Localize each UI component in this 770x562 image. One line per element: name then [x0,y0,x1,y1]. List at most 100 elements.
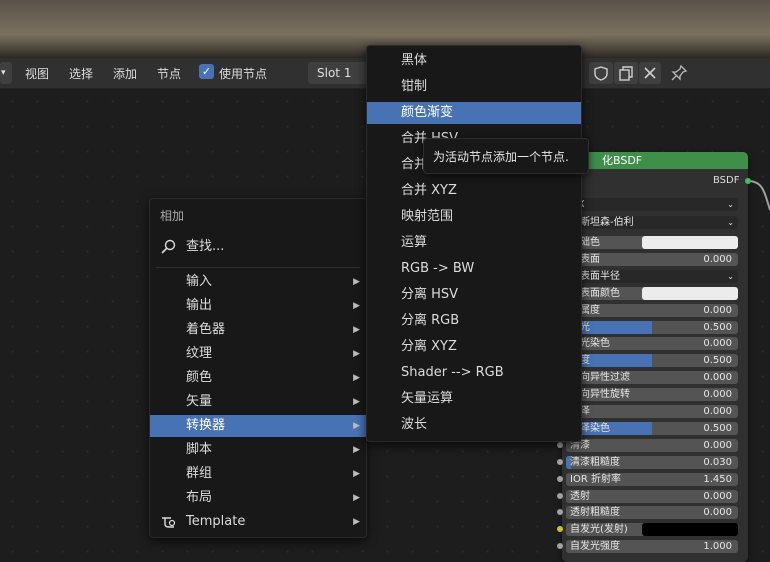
input-value: 0.030 [703,457,732,468]
node-input-row[interactable]: 金属度 0.000 [566,304,738,317]
distribution-dropdown[interactable]: GX ⌄ [566,198,738,211]
search-icon [161,239,176,254]
unlink-material-button[interactable] [639,62,661,84]
menu-item-label: 群组 [186,466,213,481]
input-label: 清漆粗糙度 [570,457,620,468]
add-menu-item[interactable]: 输入 ▶ [150,271,366,293]
node-input-row[interactable]: 自发光(发射) [566,523,738,536]
node-input-row[interactable]: 基础色 [566,236,738,249]
menu-view[interactable]: 视图 [25,65,49,82]
input-socket[interactable] [557,526,563,532]
node-input-row[interactable]: 糙度0.500 [566,354,738,367]
menu-item-label: 矢量 [186,394,213,409]
menu-item-label: 输出 [186,298,213,313]
node-input-row[interactable]: 光泽0.000 [566,405,738,418]
input-value: 0.500 [703,322,732,333]
input-label: 透射 [570,491,590,502]
converter-menu-item[interactable]: 合并 XYZ [367,180,581,202]
node-title: 化BSDF [602,154,643,167]
node-input-row[interactable]: IOR 折射率 1.450 [566,473,738,486]
editor-type-dropdown[interactable]: ▾ [0,62,12,84]
input-socket[interactable] [557,459,563,465]
converter-menu-item[interactable]: RGB -> BW [367,258,581,280]
menu-item-label: 矢量运算 [401,391,454,406]
converter-menu-item[interactable]: 分离 HSV [367,284,581,306]
node-input-row[interactable]: 清漆粗糙度 0.030 [566,456,738,469]
input-value: 0.000 [703,491,732,502]
input-socket[interactable] [557,476,563,482]
converter-menu-item[interactable]: 钳制 [367,76,581,98]
converter-menu-item[interactable]: 黑体 [367,50,581,72]
slot-dropdown[interactable]: Slot 1 [308,62,368,84]
node-input-row[interactable]: 各向异性过滤 0.000 [566,371,738,384]
menu-item-label: 分离 RGB [401,313,460,328]
submenu-arrow-icon: ▶ [353,469,360,479]
tooltip-text: 为活动节点添加一个节点. [433,150,569,164]
menu-item-label: 合并 XYZ [401,183,457,198]
bsdf-output-socket[interactable] [745,178,751,184]
fake-user-button[interactable] [589,62,613,84]
template-icon [162,517,176,528]
menu-item-label: 黑体 [401,53,428,68]
color-swatch[interactable] [642,236,738,249]
color-swatch[interactable] [642,287,738,300]
input-socket[interactable] [557,493,563,499]
input-label: 透射粗糙度 [570,507,620,518]
add-menu-item[interactable]: Template ▶ [150,511,366,533]
subsurface-method-dropdown[interactable]: 里斯坦森-伯利 ⌄ [566,216,738,229]
add-menu-item[interactable]: 输出 ▶ [150,295,366,317]
menu-separator [156,267,360,268]
converter-menu-item[interactable]: 波长 [367,414,581,436]
add-menu-item[interactable]: 矢量 ▶ [150,391,366,413]
input-value: 1.000 [703,541,732,552]
duplicate-material-button[interactable] [614,62,638,84]
add-menu-item[interactable]: 着色器 ▶ [150,319,366,341]
node-input-row[interactable]: 光泽染色 0.500 [566,422,738,435]
converter-menu-item[interactable]: 映射范围 [367,206,581,228]
menu-item-label: Template [186,514,246,529]
chevron-down-icon: ⌄ [727,200,734,209]
node-input-row[interactable]: 高光染色 0.000 [566,337,738,350]
checkmark-icon: ✓ [201,65,212,78]
converter-menu-item[interactable]: 分离 XYZ [367,336,581,358]
node-input-row[interactable]: 自发光强度 1.000 [566,540,738,553]
submenu-arrow-icon: ▶ [353,349,360,359]
converter-menu-item[interactable]: Shader --> RGB [367,362,581,384]
node-input-row[interactable]: 透射粗糙度 0.000 [566,506,738,519]
pin-button[interactable] [668,62,690,84]
menu-add[interactable]: 添加 [113,65,137,82]
converter-menu-item[interactable]: 运算 [367,232,581,254]
menu-item-label: 输入 [186,274,213,289]
use-nodes-checkbox[interactable]: ✓ [199,64,214,79]
input-value: 1.450 [703,474,732,485]
menu-node[interactable]: 节点 [157,65,181,82]
color-swatch[interactable] [642,523,738,536]
converter-menu-item[interactable]: 分离 RGB [367,310,581,332]
submenu-arrow-icon: ▶ [353,397,360,407]
menu-item-label: 纹理 [186,346,213,361]
node-input-row[interactable]: 各向异性旋转 0.000 [566,388,738,401]
node-input-row[interactable]: 次表面 0.000 [566,253,738,266]
node-input-row[interactable]: 次表面半径 ⌄ [566,270,738,283]
converter-menu-item[interactable]: 矢量运算 [367,388,581,410]
node-input-row[interactable]: 清漆 0.000 [566,439,738,452]
add-menu-item[interactable]: 转换器 ▶ [150,415,366,437]
add-menu-item[interactable]: 群组 ▶ [150,463,366,485]
menu-select[interactable]: 选择 [69,65,93,82]
add-menu-item[interactable]: 纹理 ▶ [150,343,366,365]
input-socket[interactable] [557,543,563,549]
submenu-arrow-icon: ▶ [353,445,360,455]
add-menu-item[interactable]: 脚本 ▶ [150,439,366,461]
node-input-row[interactable]: 高光0.500 [566,321,738,334]
node-input-row[interactable]: 次表面颜色 [566,287,738,300]
node-header[interactable]: 化BSDF [562,152,748,169]
input-socket[interactable] [557,509,563,515]
add-menu-search[interactable]: 查找... [150,236,366,258]
menu-item-label: 着色器 [186,322,226,337]
input-label: 自发光(发射) [570,524,628,535]
add-menu-item[interactable]: 颜色 ▶ [150,367,366,389]
converter-menu-item[interactable]: 颜色渐变 [367,102,581,124]
add-menu-item[interactable]: 布局 ▶ [150,487,366,509]
node-input-row[interactable]: 透射 0.000 [566,490,738,503]
input-socket[interactable] [557,442,563,448]
